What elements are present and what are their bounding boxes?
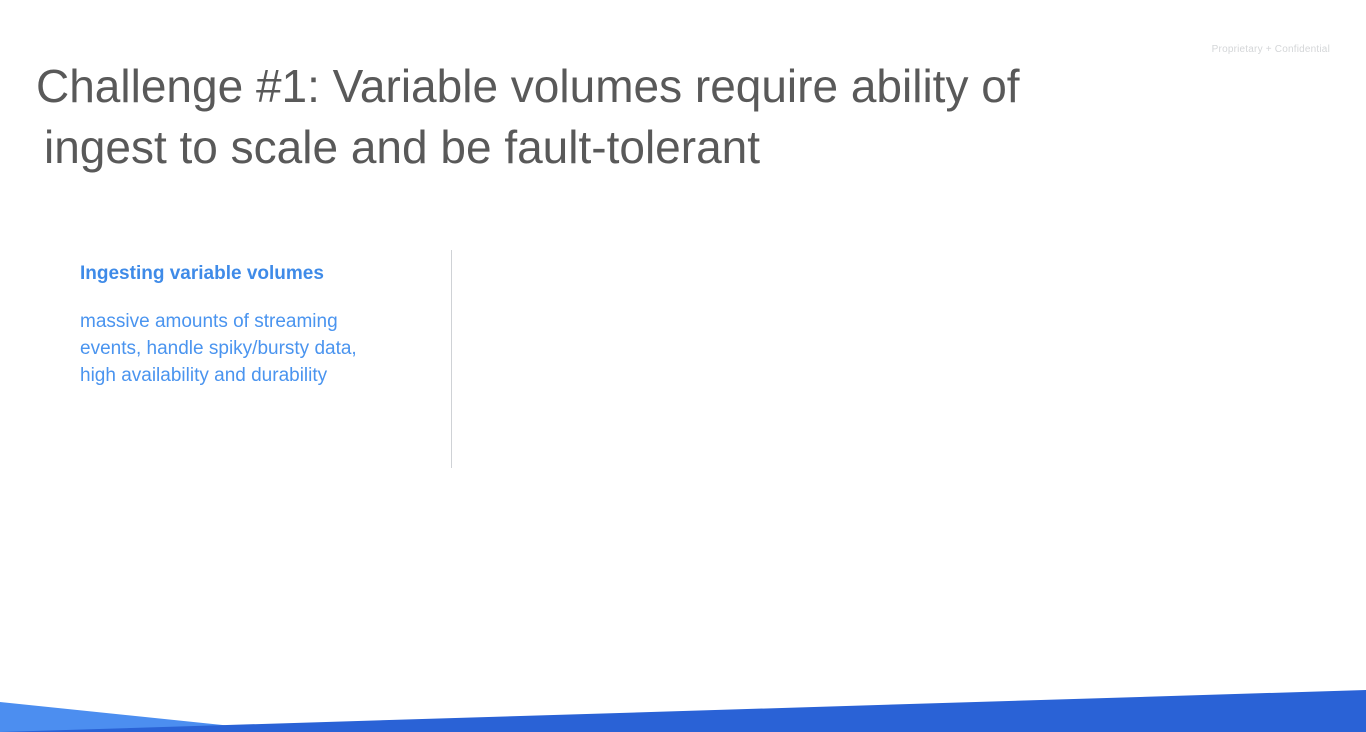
panel-heading: Ingesting variable volumes xyxy=(80,263,324,284)
panel-body: massive amounts of streaming events, han… xyxy=(80,308,420,389)
ingest-panel: Ingesting variable volumes massive amoun… xyxy=(80,262,420,389)
panel-body-line-2: events, handle spiky/bursty data, xyxy=(80,338,357,359)
slide-title-line-2: ingest to scale and be fault-tolerant xyxy=(44,121,761,173)
footer-band xyxy=(0,690,1366,732)
panel-body-line-3: high availability and durability xyxy=(80,365,328,386)
slide-title-line-1: Challenge #1: Variable volumes require a… xyxy=(36,60,1020,112)
footer-band-dark xyxy=(0,690,1366,732)
panel-body-line-1: massive amounts of streaming xyxy=(80,311,338,332)
confidential-label: Proprietary + Confidential xyxy=(1211,44,1330,55)
vertical-divider xyxy=(451,250,452,468)
slide: Proprietary + Confidential Challenge #1:… xyxy=(0,0,1366,732)
slide-title: Challenge #1: Variable volumes require a… xyxy=(36,56,1176,178)
